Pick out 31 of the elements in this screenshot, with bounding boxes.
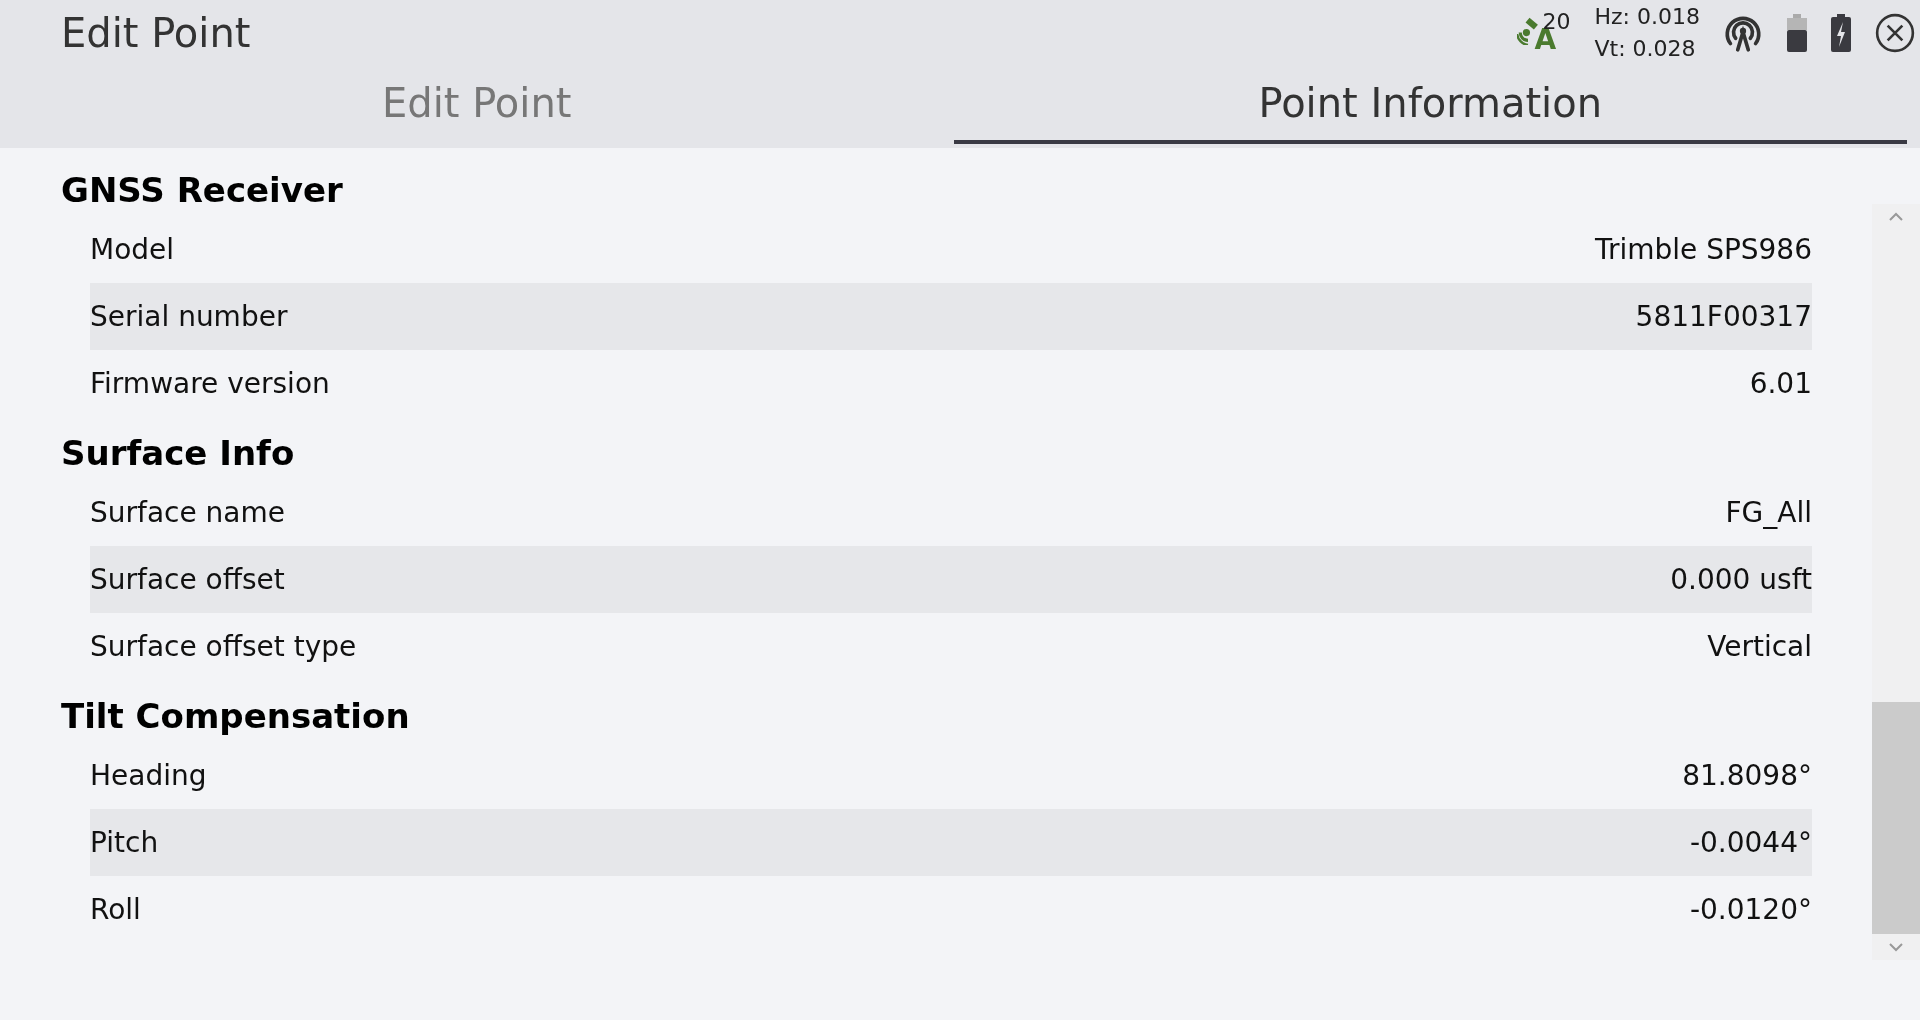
- field-label: Surface name: [90, 496, 285, 529]
- close-icon[interactable]: [1874, 12, 1916, 54]
- window-title: Edit Point: [61, 10, 251, 56]
- hz-precision: Hz: 0.018: [1594, 3, 1700, 31]
- tab[interactable]: Edit Point: [0, 66, 954, 144]
- vt-precision: Vt: 0.028: [1594, 35, 1697, 63]
- field-value: 0.000 usft: [1670, 563, 1812, 596]
- field-label: Roll: [90, 893, 141, 926]
- scrollbar-thumb[interactable]: [1872, 702, 1920, 934]
- field-label: Heading: [90, 759, 207, 792]
- field-label: Pitch: [90, 826, 159, 859]
- section-heading: GNSS Receiver: [61, 169, 344, 212]
- field-value: FG_All: [1725, 496, 1812, 529]
- field-value: -0.0120°: [1689, 893, 1812, 926]
- field-label: Firmware version: [90, 367, 330, 400]
- charging-battery-icon[interactable]: [1830, 13, 1852, 53]
- field-label: Serial number: [90, 300, 288, 333]
- field-value: 5811F00317: [1635, 300, 1812, 333]
- field-value: 81.8098°: [1682, 759, 1812, 792]
- field-value: Vertical: [1707, 630, 1812, 663]
- battery-icon[interactable]: [1786, 13, 1808, 53]
- section-heading: Tilt Compensation: [61, 695, 411, 738]
- field-value: Trimble SPS986: [1594, 233, 1812, 266]
- section-heading: Surface Info: [61, 432, 296, 475]
- scrollbar[interactable]: [1872, 204, 1920, 960]
- field-label: Surface offset type: [90, 630, 357, 663]
- field-value: 6.01: [1749, 367, 1812, 400]
- field-label: Model: [90, 233, 175, 266]
- tab[interactable]: Point Information: [953, 66, 1907, 144]
- field-label: Surface offset: [90, 563, 285, 596]
- field-value: -0.0044°: [1689, 826, 1812, 859]
